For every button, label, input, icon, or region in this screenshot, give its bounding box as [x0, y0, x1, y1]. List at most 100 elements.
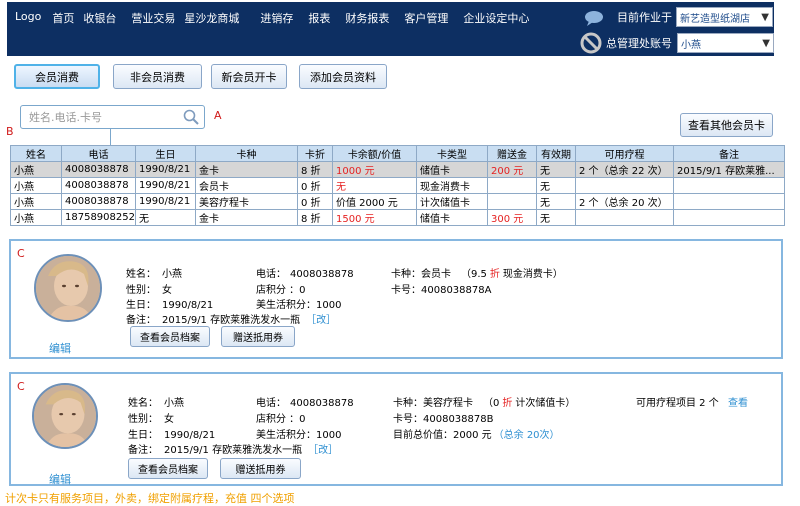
beauty-points: 美生活积分：1000 [256, 430, 342, 441]
phone-value: 4008038878 [290, 269, 354, 280]
note-value: 2015/9/1 存欧莱雅洗发水一瓶 [162, 315, 301, 326]
phone-value: 4008038878 [290, 398, 354, 409]
chevron-down-icon: ▼ [762, 37, 770, 49]
account-select[interactable]: 小燕 ▼ [677, 33, 774, 53]
chevron-down-icon: ▼ [761, 11, 769, 23]
gender-label: 性别： [128, 414, 158, 425]
cell-balance: 无 [332, 177, 417, 194]
cell-card-type: 现金消费卡 [416, 177, 488, 194]
table-row[interactable]: 小燕 18758908252 无 金卡 8 折 1500 元 储值卡 300 元… [10, 209, 785, 226]
cell-discount: 8 折 [297, 161, 333, 178]
nav-home[interactable]: 首页 [52, 10, 74, 26]
view-courses-link[interactable]: 查看 [728, 394, 748, 409]
cell-validity: 无 [536, 209, 576, 226]
logo[interactable]: Logo [15, 10, 41, 26]
account-select-value: 小燕 [681, 39, 701, 51]
note-field: 备注： 2015/9/1 存欧莱雅洗发水一瓶 ［改］ [128, 441, 338, 456]
cell-phone: 4008038878 [61, 193, 136, 210]
edit-link[interactable]: 编辑 [49, 340, 71, 356]
nav-finance-reports[interactable]: 财务报表 [345, 10, 389, 26]
avatar [34, 254, 102, 322]
birthday-value: 1990/8/21 [164, 430, 216, 441]
store-points: 店积分 ：0 [256, 285, 306, 296]
annotation-c: C [17, 380, 25, 393]
beauty-points: 美生活积分：1000 [256, 300, 342, 311]
view-other-cards-button[interactable]: 查看其他会员卡 [680, 113, 773, 137]
account-label: 总管理处账号 [606, 37, 672, 50]
column-header: 可用疗程 [575, 145, 674, 162]
nav-mall[interactable]: 星沙龙商城 [184, 10, 239, 26]
store-points: 店积分 ：0 [256, 414, 306, 425]
gift-coupon-button[interactable]: 赠送抵用券 [220, 458, 301, 479]
member-card-panel-1: C 编辑 姓名： 小燕 性别： 女 生日： 1990/8/21 备注： 2015/9/1… [9, 239, 783, 359]
name-field: 姓名： 小燕 [126, 265, 182, 280]
available-courses: 可用疗程项目 2 个 [636, 398, 719, 409]
note-value: 2015/9/1 存欧莱雅洗发水一瓶 [164, 445, 303, 456]
view-member-profile-button[interactable]: 查看会员档案 [130, 326, 210, 347]
gift-coupon-button[interactable]: 赠送抵用券 [221, 326, 295, 347]
cell-card-type: 储值卡 [416, 161, 488, 178]
birthday-label: 生日： [126, 300, 156, 311]
non-member-consume-button[interactable]: 非会员消费 [113, 64, 202, 89]
birthday-field: 生日： 1990/8/21 [128, 426, 215, 441]
note-label: 备注： [128, 445, 158, 456]
note-label: 备注： [126, 315, 156, 326]
cell-courses [575, 177, 674, 194]
nav-inventory[interactable]: 进销存 [260, 10, 293, 26]
nav-cashier[interactable]: 收银台 [83, 10, 116, 26]
search-placeholder: 姓名.电话.卡号 [29, 111, 102, 124]
card-type-field: 卡种：美容疗程卡 （0 折计次储值卡） [393, 394, 575, 409]
nav-reports[interactable]: 报表 [308, 10, 330, 26]
search-icon[interactable] [183, 109, 199, 128]
discount-prefix: （9.5 [461, 269, 487, 280]
nav-enterprise-settings[interactable]: 企业设定中心 [463, 10, 529, 26]
discount-suffix: 计次储值卡） [515, 398, 576, 409]
column-header: 卡余额/价值 [332, 145, 417, 162]
search-connector-line [110, 129, 111, 145]
cell-bonus: 200 元 [487, 161, 537, 178]
avatar [32, 383, 98, 449]
cell-name: 小燕 [10, 161, 62, 178]
cell-balance: 1000 元 [332, 161, 417, 178]
total-value: 目前总价值：2000 元 [393, 430, 492, 441]
view-member-profile-button[interactable]: 查看会员档案 [128, 458, 208, 479]
cell-card-kind: 金卡 [195, 161, 298, 178]
member-card-panel-2: C 编辑 姓名： 小燕 性别： 女 生日： 1990/8/21 备注： 2015/9/1… [9, 372, 783, 486]
cell-validity: 无 [536, 193, 576, 210]
nav-transactions[interactable]: 营业交易 [131, 10, 175, 26]
chat-icon[interactable] [584, 10, 604, 26]
edit-note-link[interactable]: ［改］ [306, 315, 336, 326]
phone-field: 电话： 4008038878 [256, 394, 354, 409]
discount-unit: 折 [489, 269, 500, 280]
phone-field: 电话： 4008038878 [256, 265, 354, 280]
store-select[interactable]: 新艺造型纸湖店 ▼ [676, 7, 773, 27]
new-member-card-button[interactable]: 新会员开卡 [211, 64, 287, 89]
table-row[interactable]: 小燕 4008038878 1990/8/21 金卡 8 折 1000 元 储值… [10, 161, 785, 178]
cell-phone: 4008038878 [61, 161, 136, 178]
nav-customer-management[interactable]: 客户管理 [404, 10, 448, 26]
cell-courses: 2 个（总余 20 次） [575, 193, 674, 210]
phone-label: 电话： [256, 398, 286, 409]
cell-card-type: 储值卡 [416, 209, 488, 226]
cell-birthday: 无 [135, 209, 196, 226]
cell-discount: 0 折 [297, 193, 333, 210]
annotation-c: C [17, 247, 25, 260]
table-row[interactable]: 小燕 4008038878 1990/8/21 美容疗程卡 0 折 价值 200… [10, 193, 785, 210]
no-entry-icon[interactable] [580, 32, 602, 54]
column-header: 有效期 [536, 145, 576, 162]
column-header: 赠送金 [487, 145, 537, 162]
table-header-row: 姓名 电话 生日 卡种 卡折 卡余额/价值 卡类型 赠送金 有效期 可用疗程 备… [10, 145, 785, 162]
cell-note [673, 177, 785, 194]
cell-card-kind: 会员卡 [195, 177, 298, 194]
member-consume-button[interactable]: 会员消费 [14, 64, 100, 89]
member-search-input[interactable]: 姓名.电话.卡号 [20, 105, 205, 129]
edit-link[interactable]: 编辑 [49, 471, 71, 487]
discount-suffix: 现金消费卡） [502, 269, 563, 280]
table-row[interactable]: 小燕 4008038878 1990/8/21 会员卡 0 折 无 现金消费卡 … [10, 177, 785, 194]
add-member-info-button[interactable]: 添加会员资料 [299, 64, 387, 89]
discount-unit: 折 [502, 398, 513, 409]
name-value: 小燕 [162, 269, 182, 280]
total-value-field: 目前总价值：2000 元（总余 20次） [393, 426, 560, 441]
edit-note-link[interactable]: ［改］ [308, 445, 338, 456]
cell-name: 小燕 [10, 177, 62, 194]
